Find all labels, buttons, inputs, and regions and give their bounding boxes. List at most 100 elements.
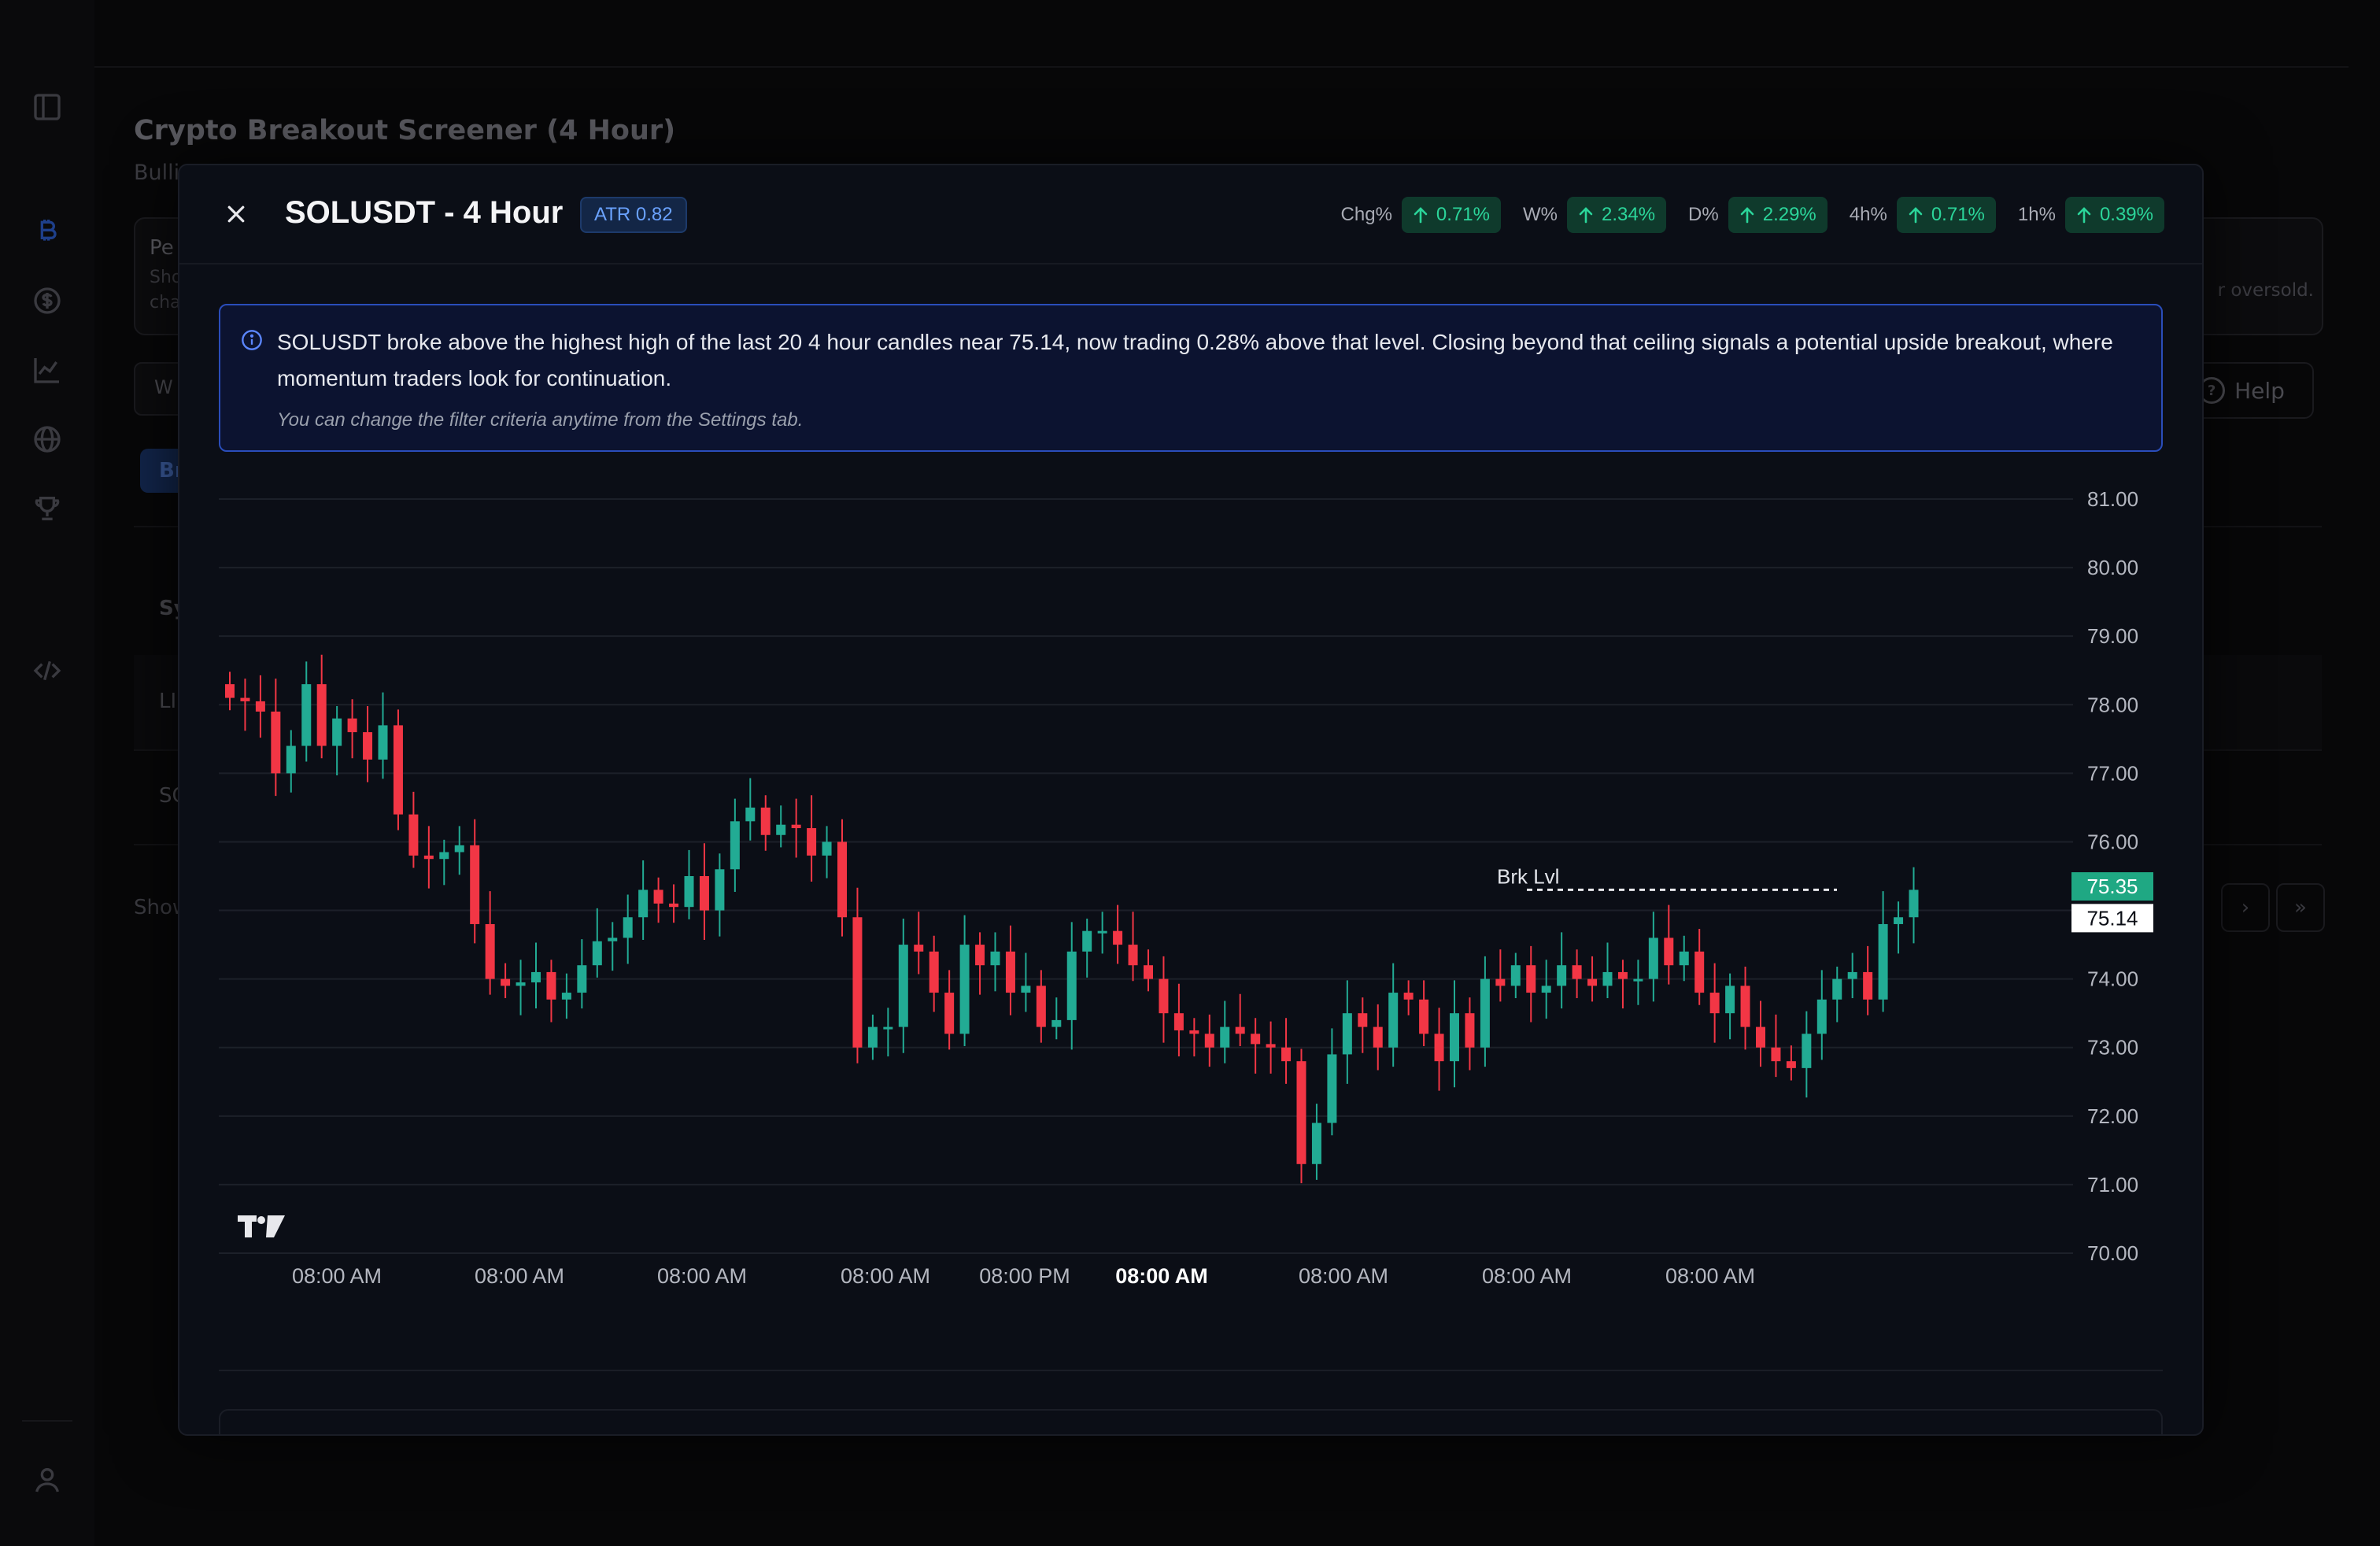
time-axis: 08:00 AM 08:00 AM 08:00 AM 08:00 AM 08:00 PM… (292, 1264, 1755, 1288)
candle-up (1510, 965, 1521, 986)
breakout-label: Brk Lvl (1497, 864, 1559, 888)
candle-down (1251, 1034, 1261, 1045)
candle-up (592, 941, 602, 966)
candle-down (1572, 965, 1582, 979)
candle-up (730, 821, 740, 870)
table-row-symbol: LI (159, 690, 177, 713)
price-tick-label: 79.00 (2087, 624, 2138, 648)
candle-down (255, 701, 265, 712)
time-tick-label: 08:00 PM (979, 1264, 1070, 1288)
candle-up (1480, 978, 1490, 1048)
page-title: Crypto Breakout Screener (4 Hour) (134, 115, 676, 146)
code-icon[interactable] (28, 652, 66, 690)
price-tick-label: 72.00 (2087, 1104, 2138, 1128)
candle-up (1602, 971, 1613, 986)
candle-up (1051, 1019, 1062, 1027)
last-page-button[interactable]: » (2276, 883, 2325, 932)
candle-up (898, 945, 908, 1027)
tradingview-logo-icon (238, 1215, 285, 1237)
candle-up (883, 1026, 893, 1030)
price-tick-label: 70.00 (2087, 1241, 2138, 1265)
bitcoin-icon[interactable] (28, 213, 66, 250)
time-tick-label: 08:00 AM (1482, 1264, 1572, 1288)
candle-up (1388, 993, 1399, 1048)
candle-down (1465, 1013, 1475, 1048)
candle-down (1526, 965, 1536, 993)
candle-down (807, 828, 817, 856)
candle-up (1816, 999, 1827, 1034)
candle-down (1266, 1044, 1276, 1048)
candle-down (225, 684, 235, 698)
user-icon[interactable] (28, 1461, 66, 1499)
candle-down (760, 807, 771, 835)
candle-down (1113, 930, 1123, 945)
candle-up (822, 841, 832, 856)
chart-grid (219, 498, 2073, 1254)
candlestick-chart[interactable]: 81.00 80.00 79.00 78.00 77.00 76.00 74.00 73.00… (179, 165, 2202, 1362)
candle-up (1909, 890, 1919, 918)
candle-down (347, 718, 357, 733)
candle-down (1786, 1061, 1796, 1068)
candle-up (959, 945, 970, 1034)
candle-down (1235, 1026, 1245, 1034)
candle-up (1633, 978, 1643, 982)
candle-down (1144, 965, 1153, 979)
candle-down (944, 993, 955, 1034)
price-tick-label: 76.00 (2087, 830, 2138, 853)
candle-down (1495, 978, 1506, 986)
candle-down (546, 971, 556, 1000)
chart-line-icon[interactable] (28, 351, 66, 389)
price-tick-label: 80.00 (2087, 556, 2138, 579)
trophy-icon[interactable] (28, 490, 66, 527)
candles (225, 654, 1919, 1184)
candle-up (638, 890, 649, 918)
candle-up (1557, 965, 1567, 986)
candle-up (561, 993, 571, 1000)
candle-up (867, 1026, 878, 1048)
candle-down (1863, 971, 1873, 1000)
candle-down (1358, 1013, 1368, 1027)
chart-modal: SOLUSDT - 4 Hour ATR 0.82 Chg% 0.71% W% … (178, 164, 2204, 1436)
candle-up (1021, 986, 1031, 993)
candle-up (623, 917, 633, 938)
candle-up (1220, 1026, 1230, 1048)
candle-up (745, 807, 756, 822)
candle-down (699, 876, 709, 911)
candle-down (929, 951, 939, 993)
chart-bottom-divider (219, 1370, 2163, 1371)
candle-up (301, 684, 312, 746)
candle-down (1204, 1034, 1214, 1048)
candle-down (791, 824, 801, 829)
candle-up (1541, 986, 1551, 993)
candle-down (1587, 978, 1598, 986)
candle-up (776, 824, 786, 835)
time-tick-label: 08:00 AM (1115, 1264, 1208, 1288)
globe-icon[interactable] (28, 420, 66, 458)
candle-down (1189, 1030, 1199, 1034)
candle-down (1771, 1047, 1781, 1062)
candle-down (271, 711, 281, 774)
candle-down (1709, 993, 1720, 1014)
candle-down (1373, 1026, 1383, 1048)
sidebar-toggle-icon[interactable] (28, 88, 66, 126)
price-tick-label: 74.00 (2087, 967, 2138, 991)
candle-up (1648, 938, 1658, 979)
candle-up (286, 745, 296, 774)
top-divider (94, 66, 2349, 68)
candle-down (1281, 1047, 1292, 1062)
next-page-button[interactable]: › (2221, 883, 2270, 932)
candle-up (684, 876, 694, 908)
time-tick-label: 08:00 AM (841, 1264, 930, 1288)
candle-down (1756, 1026, 1765, 1048)
candle-up (1679, 951, 1689, 966)
candle-down (1664, 938, 1674, 966)
candle-up (516, 982, 526, 986)
candle-up (608, 938, 618, 941)
dollar-icon[interactable] (28, 282, 66, 320)
candle-down (1036, 986, 1046, 1027)
time-tick-label: 08:00 AM (657, 1264, 747, 1288)
candle-up (378, 725, 388, 760)
candle-down (485, 923, 495, 979)
candle-up (1878, 923, 1888, 1000)
candle-down (501, 978, 511, 986)
